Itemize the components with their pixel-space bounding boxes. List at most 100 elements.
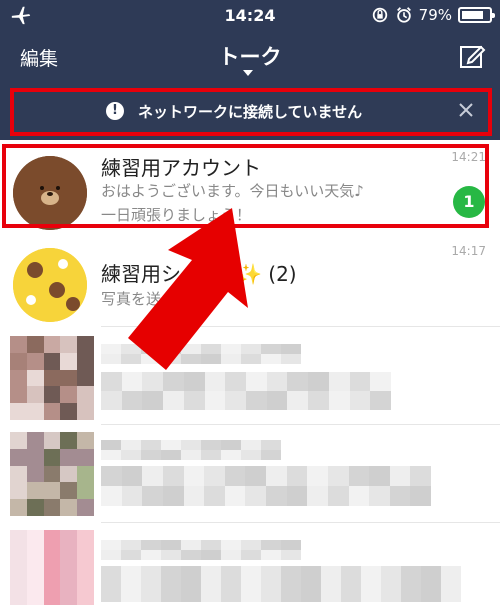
blurred-avatar <box>10 432 94 516</box>
mosaic-block <box>121 450 141 460</box>
mosaic-block <box>287 391 309 410</box>
mosaic-block <box>43 403 61 420</box>
mosaic-block <box>101 440 121 450</box>
mosaic-block <box>361 584 381 602</box>
mosaic-block <box>161 584 181 602</box>
divider <box>101 424 500 425</box>
mosaic-block <box>224 486 246 506</box>
mosaic-block <box>161 450 181 460</box>
mosaic-block <box>10 403 27 420</box>
mosaic-block <box>389 466 411 486</box>
mosaic-block <box>370 372 391 391</box>
mosaic-block <box>281 566 301 584</box>
mosaic-block <box>77 403 94 420</box>
blurred-avatar <box>10 530 94 605</box>
mosaic-block <box>26 590 44 605</box>
mosaic-block <box>26 448 44 466</box>
mosaic-block <box>201 550 221 560</box>
mosaic-block <box>43 590 61 605</box>
mosaic-block <box>101 584 121 602</box>
rotation-lock-icon <box>372 7 387 23</box>
mosaic-block <box>281 550 301 560</box>
mosaic-block <box>321 584 341 602</box>
mosaic-block <box>26 545 44 560</box>
mosaic-block <box>161 440 181 450</box>
mosaic-block <box>121 440 141 450</box>
mosaic-block <box>43 448 61 466</box>
mosaic-block <box>221 584 241 602</box>
mosaic-block <box>245 391 267 410</box>
mosaic-block <box>141 440 161 450</box>
mosaic-block <box>26 403 44 420</box>
mosaic-block <box>307 486 328 506</box>
mosaic-block <box>26 560 44 575</box>
page-title[interactable]: トーク <box>0 41 500 71</box>
mosaic-block <box>261 540 281 550</box>
mosaic-block <box>221 550 241 560</box>
mosaic-block <box>221 566 241 584</box>
offline-message: ネットワークに接続していません <box>138 103 363 121</box>
mosaic-block <box>142 391 164 410</box>
mosaic-block <box>43 352 61 370</box>
chat-preview-line1: おはようございます。今日もいい天気♪ <box>101 182 364 200</box>
mosaic-block <box>401 566 421 584</box>
mosaic-block <box>10 560 27 575</box>
mosaic-block <box>421 584 441 602</box>
mosaic-block <box>348 466 370 486</box>
mosaic-block <box>60 448 78 466</box>
mosaic-block <box>10 575 27 590</box>
mosaic-block <box>162 466 184 486</box>
mosaic-block <box>77 575 94 590</box>
mosaic-block <box>77 448 94 466</box>
mosaic-block <box>60 369 78 387</box>
red-arrow-overlay <box>128 208 248 370</box>
mosaic-block <box>60 545 78 560</box>
mosaic-block <box>241 550 261 560</box>
mosaic-block <box>162 486 184 506</box>
mosaic-block <box>181 450 201 460</box>
close-icon[interactable] <box>456 100 476 120</box>
blurred-preview <box>101 466 431 506</box>
mosaic-block <box>421 566 441 584</box>
mosaic-block <box>349 391 371 410</box>
mosaic-block <box>10 499 27 516</box>
mosaic-block <box>161 566 181 584</box>
mosaic-block <box>10 432 27 449</box>
mosaic-block <box>10 352 27 370</box>
mosaic-block <box>26 352 44 370</box>
mosaic-block <box>141 540 161 550</box>
mosaic-block <box>142 466 163 486</box>
mosaic-block <box>204 466 225 486</box>
mosaic-block <box>410 466 431 486</box>
mosaic-block <box>26 386 44 404</box>
mosaic-block <box>77 369 94 387</box>
mosaic-block <box>341 584 361 602</box>
nav-bar: 編集 トーク <box>0 30 500 82</box>
compose-icon[interactable] <box>458 42 486 70</box>
mosaic-block <box>181 540 201 550</box>
mosaic-block <box>43 482 61 500</box>
mosaic-block <box>121 540 141 550</box>
mosaic-block <box>43 336 61 353</box>
mosaic-block <box>77 499 94 516</box>
blurred-name <box>101 540 301 560</box>
alarm-icon <box>396 7 411 23</box>
mosaic-block <box>281 584 301 602</box>
mosaic-block <box>341 566 361 584</box>
warning-icon: ! <box>106 102 124 120</box>
mosaic-block <box>281 540 301 550</box>
mosaic-block <box>245 486 266 506</box>
mosaic-block <box>181 584 201 602</box>
mosaic-block <box>43 575 61 590</box>
mosaic-block <box>261 584 281 602</box>
mosaic-block <box>10 590 27 605</box>
mosaic-block <box>369 486 390 506</box>
mosaic-block <box>121 566 141 584</box>
mosaic-block <box>101 550 121 560</box>
mosaic-block <box>43 386 61 404</box>
mosaic-block <box>286 486 308 506</box>
mosaic-block <box>43 499 61 516</box>
mosaic-block <box>10 386 27 404</box>
mosaic-block <box>261 566 281 584</box>
mosaic-block <box>349 372 371 391</box>
